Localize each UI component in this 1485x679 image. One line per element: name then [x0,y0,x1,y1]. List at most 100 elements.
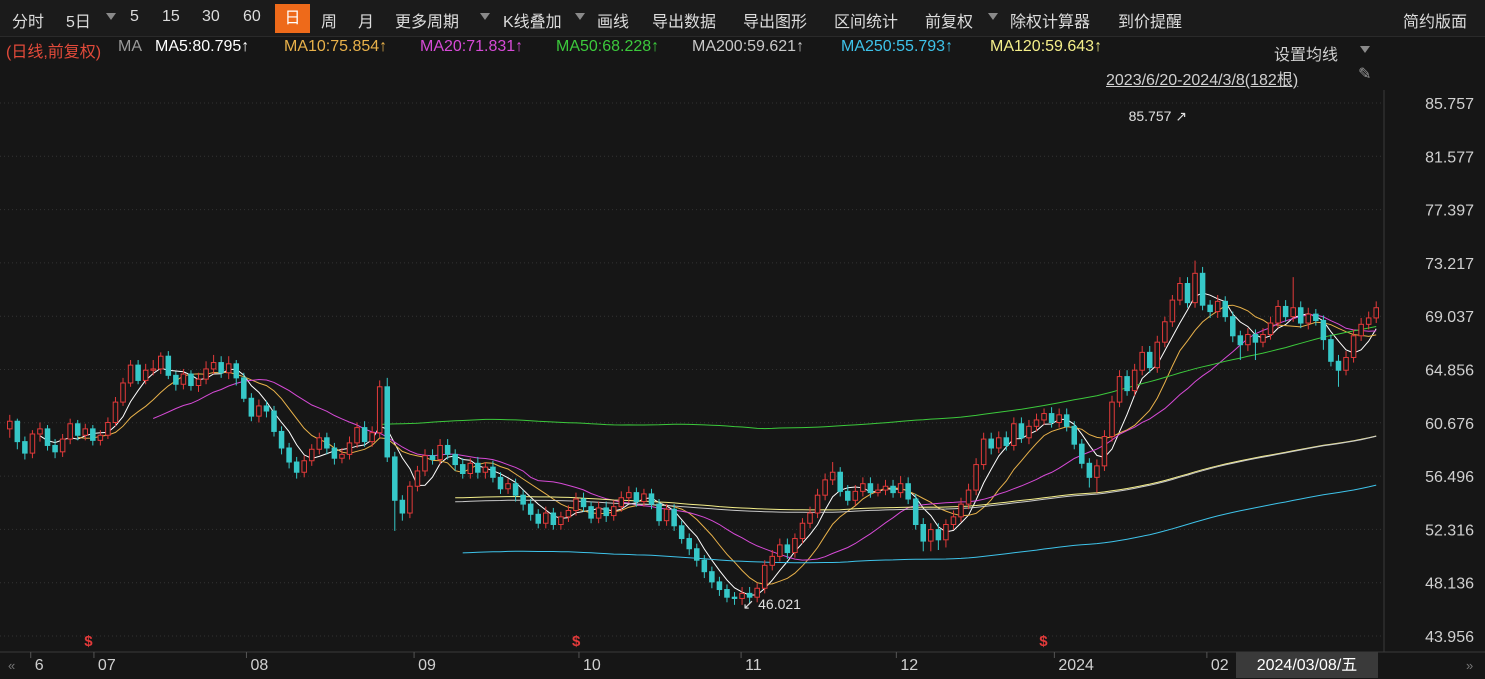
candle [829,462,836,485]
export-data-button[interactable]: 导出数据 [652,8,716,32]
candle-body [928,529,934,542]
pin-icon[interactable]: ✎ [1358,64,1371,84]
candle [822,473,828,501]
candle [663,504,670,526]
candle [241,372,247,403]
chevron-down-icon[interactable] [988,13,998,20]
candle [1199,266,1206,311]
candle-body [1177,283,1183,301]
candle-body [135,364,141,381]
candle [225,356,232,380]
candle-body [1003,437,1010,446]
range-stats-button[interactable]: 区间统计 [834,8,898,32]
candle [1343,351,1349,376]
candle [1026,419,1032,445]
candle-body [286,447,292,463]
ex-rights-calculator-button[interactable]: 除权计算器 [1010,8,1090,32]
candle-body [188,373,194,387]
candle-body [1011,423,1017,446]
candle-body [1290,307,1296,318]
candle-body [890,485,896,494]
y-tick-label: 56.496 [1425,469,1474,486]
candle [671,504,677,531]
candle [890,479,896,498]
candle [339,448,345,464]
candle-body [844,490,851,501]
candle [618,491,625,512]
candle [746,586,753,604]
candle-body [1101,436,1108,467]
candle-body [1282,305,1289,318]
tab-60min[interactable]: 60 [243,8,261,26]
candle [278,426,285,455]
ex-rights-marker: $ [572,633,581,650]
candle-body [905,483,911,500]
candle [527,499,534,521]
chevron-down-icon[interactable] [106,13,116,20]
adjust-mode-menu[interactable]: 前复权 [925,8,973,32]
chevron-down-icon[interactable] [480,13,490,20]
more-periods-menu[interactable]: 更多周期 [395,8,459,32]
candle [1282,300,1289,322]
candle-body [1214,300,1221,313]
candle-body [301,460,307,473]
candle [1063,408,1070,432]
tab-month[interactable]: 月 [358,8,374,32]
candle [324,432,330,455]
chevron-down-icon[interactable] [1360,46,1370,53]
candle-body [241,377,247,399]
candle-body [709,571,715,583]
date-range-label[interactable]: 2023/6/20-2024/3/8(182根) [1106,66,1298,90]
candle [14,418,21,450]
tab-day[interactable]: 日 [275,4,310,33]
candle [852,484,859,506]
ma5-line [39,292,1377,596]
y-tick-label: 77.397 [1425,203,1474,220]
tab-5day[interactable]: 5日 [66,8,91,32]
candle [512,478,519,502]
tab-week[interactable]: 周 [321,8,337,32]
candle-body [1056,414,1062,423]
candle-body [520,494,526,505]
tab-5min[interactable]: 5 [130,8,139,26]
candle [22,436,28,460]
candle-body [195,378,202,387]
candle [543,506,549,529]
candle [731,592,738,605]
candle-body [965,489,972,505]
candle-body [1192,272,1198,304]
candle [1260,328,1266,348]
ma200-line [455,435,1377,513]
candle-body [746,592,753,598]
draw-line-button[interactable]: 画线 [597,8,629,32]
candle [1086,458,1093,488]
candle-body [950,516,957,526]
candle [860,477,866,497]
candle-body [799,522,806,540]
candle-body [150,368,156,371]
price-alert-button[interactable]: 到价提醒 [1118,8,1182,32]
tab-15min[interactable]: 15 [162,8,180,26]
candle-body [1131,369,1138,392]
candle-body [739,592,745,599]
candle [120,377,126,406]
candle-body [1094,465,1100,478]
candle [82,423,89,441]
tab-30min[interactable]: 30 [202,8,220,26]
kline-overlay-menu[interactable]: K线叠加 [503,8,562,32]
candle-body [882,485,889,491]
export-image-button[interactable]: 导出图形 [743,8,807,32]
chevron-down-icon[interactable] [575,13,585,20]
candle [346,436,353,460]
candle [37,422,43,442]
simple-layout-button[interactable]: 简约版面 [1403,8,1467,32]
candle-body [1048,413,1055,423]
x-tick-label: 02 [1211,657,1229,674]
tab-fenshi[interactable]: 分时 [12,8,44,32]
ma250-value: MA250:55.793↑ [841,38,954,55]
ma-settings-button[interactable]: 设置均线 [1274,41,1338,65]
candle-body [444,444,451,455]
price-chart[interactable]: 85.757 ↗ ↙ 46.021 $ $ $ 85.757 81.577 77.397 73… [0,0,1485,679]
candle [248,393,255,422]
candle [520,490,526,511]
